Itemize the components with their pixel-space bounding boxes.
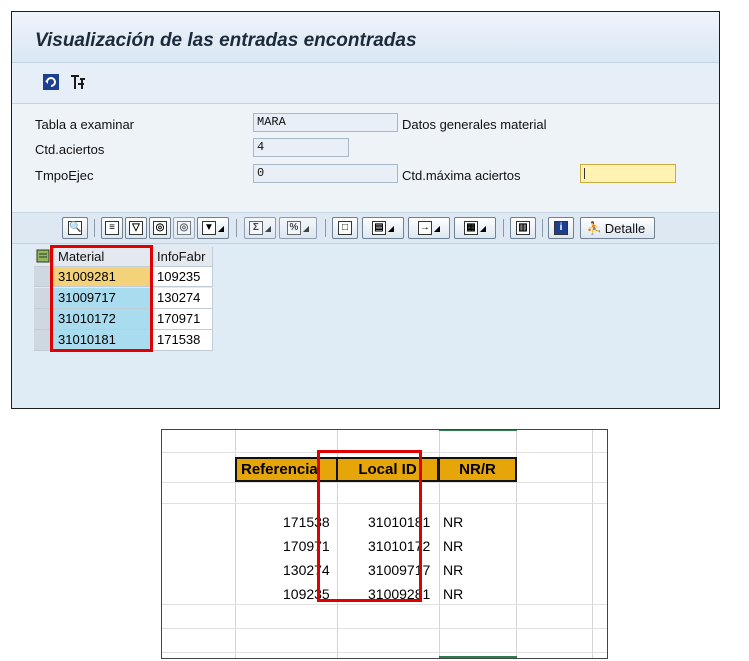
nr-cell: NR (443, 586, 464, 602)
graphic-button[interactable]: ▥ (510, 217, 536, 239)
chevron-down-icon: ◢ (264, 223, 272, 233)
sum-button[interactable]: Σ ◢ (244, 217, 276, 239)
filter-icon: ▽ (129, 221, 143, 235)
tabla-field[interactable]: MARA (253, 113, 398, 132)
graphic-icon: ▥ (516, 221, 530, 235)
info-icon: i (554, 221, 568, 235)
chevron-down-icon: ◢ (433, 223, 441, 233)
filter-button[interactable]: ▽ (125, 217, 147, 239)
infofabr-cell[interactable]: 170971 (153, 309, 213, 330)
max-aciertos-label: Ctd.máxima aciertos (402, 168, 521, 183)
set-filter-button[interactable]: ▼ ◢ (197, 217, 229, 239)
sap-window: Visualización de las entradas encontrada… (11, 11, 720, 409)
subtotal-button[interactable]: % ◢ (279, 217, 317, 239)
selection-form: Tabla a examinar MARA Datos generales ma… (12, 104, 719, 213)
technical-settings-icon[interactable] (69, 73, 87, 91)
detalle-label: Detalle (604, 220, 646, 236)
tiempo-label: TmpoEjec (35, 168, 94, 183)
export-icon: → (417, 221, 432, 235)
infofabr-cell[interactable]: 130274 (153, 288, 213, 309)
chevron-down-icon: ◢ (302, 223, 310, 233)
selection-edge (439, 430, 517, 431)
details-icon: 🔍 (68, 221, 82, 235)
change-layout-icon: ▦ (463, 221, 478, 235)
subtotal-icon: % (286, 221, 301, 235)
chevron-down-icon: ◢ (217, 223, 225, 233)
page-title: Visualización de las entradas encontrada… (35, 30, 417, 51)
max-aciertos-input[interactable] (580, 164, 676, 183)
views-button[interactable]: ▤ ◢ (362, 217, 404, 239)
detalle-button[interactable]: ⛹ Detalle (580, 217, 655, 239)
print-preview-icon: □ (338, 221, 352, 235)
info-button[interactable]: i (548, 217, 574, 239)
chevron-down-icon: ◢ (387, 223, 395, 233)
person-icon: ⛹ (586, 221, 602, 235)
print-button[interactable]: ≡ (101, 217, 123, 239)
set-filter-icon: ▼ (201, 221, 216, 235)
aciertos-field[interactable]: 4 (253, 138, 349, 157)
change-layout-button[interactable]: ▦ ◢ (454, 217, 496, 239)
highlight-box (317, 450, 422, 602)
refresh-icon[interactable] (42, 73, 60, 91)
column-header-infofabr[interactable]: InfoFabr (153, 247, 213, 267)
find-button[interactable]: ◎ (149, 217, 171, 239)
infofabr-cell[interactable]: 109235 (153, 267, 213, 287)
alv-toolbar: 🔍 ≡ ▽ ◎ ◎ ▼ ◢ Σ ◢ % ◢ □ ▤ ◢ → ◢ ▦ ◢ ▥ i ⛹ Deta… (12, 213, 719, 244)
tabla-description: Datos generales material (402, 117, 547, 132)
find-next-button[interactable]: ◎ (173, 217, 195, 239)
details-button[interactable]: 🔍 (62, 217, 88, 239)
aciertos-label: Ctd.aciertos (35, 142, 105, 157)
tiempo-field[interactable]: 0 (253, 164, 398, 183)
spreadsheet-excerpt: Referencia Local ID NR/R 171538 31010181… (161, 429, 608, 659)
application-toolbar (12, 63, 719, 104)
highlight-box (50, 245, 153, 352)
infofabr-cell[interactable]: 171538 (153, 330, 213, 351)
header-nr-r: NR/R (438, 457, 517, 482)
print-preview-button[interactable]: □ (332, 217, 358, 239)
find-icon: ◎ (153, 221, 167, 235)
selection-edge (439, 656, 517, 658)
chevron-down-icon: ◢ (479, 223, 487, 233)
export-button[interactable]: → ◢ (408, 217, 450, 239)
views-icon: ▤ (371, 221, 386, 235)
print-icon: ≡ (105, 221, 119, 235)
find-next-icon: ◎ (177, 221, 191, 235)
nr-cell: NR (443, 514, 464, 530)
nr-cell: NR (443, 562, 464, 578)
nr-cell: NR (443, 538, 464, 554)
tabla-label: Tabla a examinar (35, 117, 134, 132)
title-bar: Visualización de las entradas encontrada… (12, 12, 719, 63)
sum-icon: Σ (248, 221, 263, 235)
